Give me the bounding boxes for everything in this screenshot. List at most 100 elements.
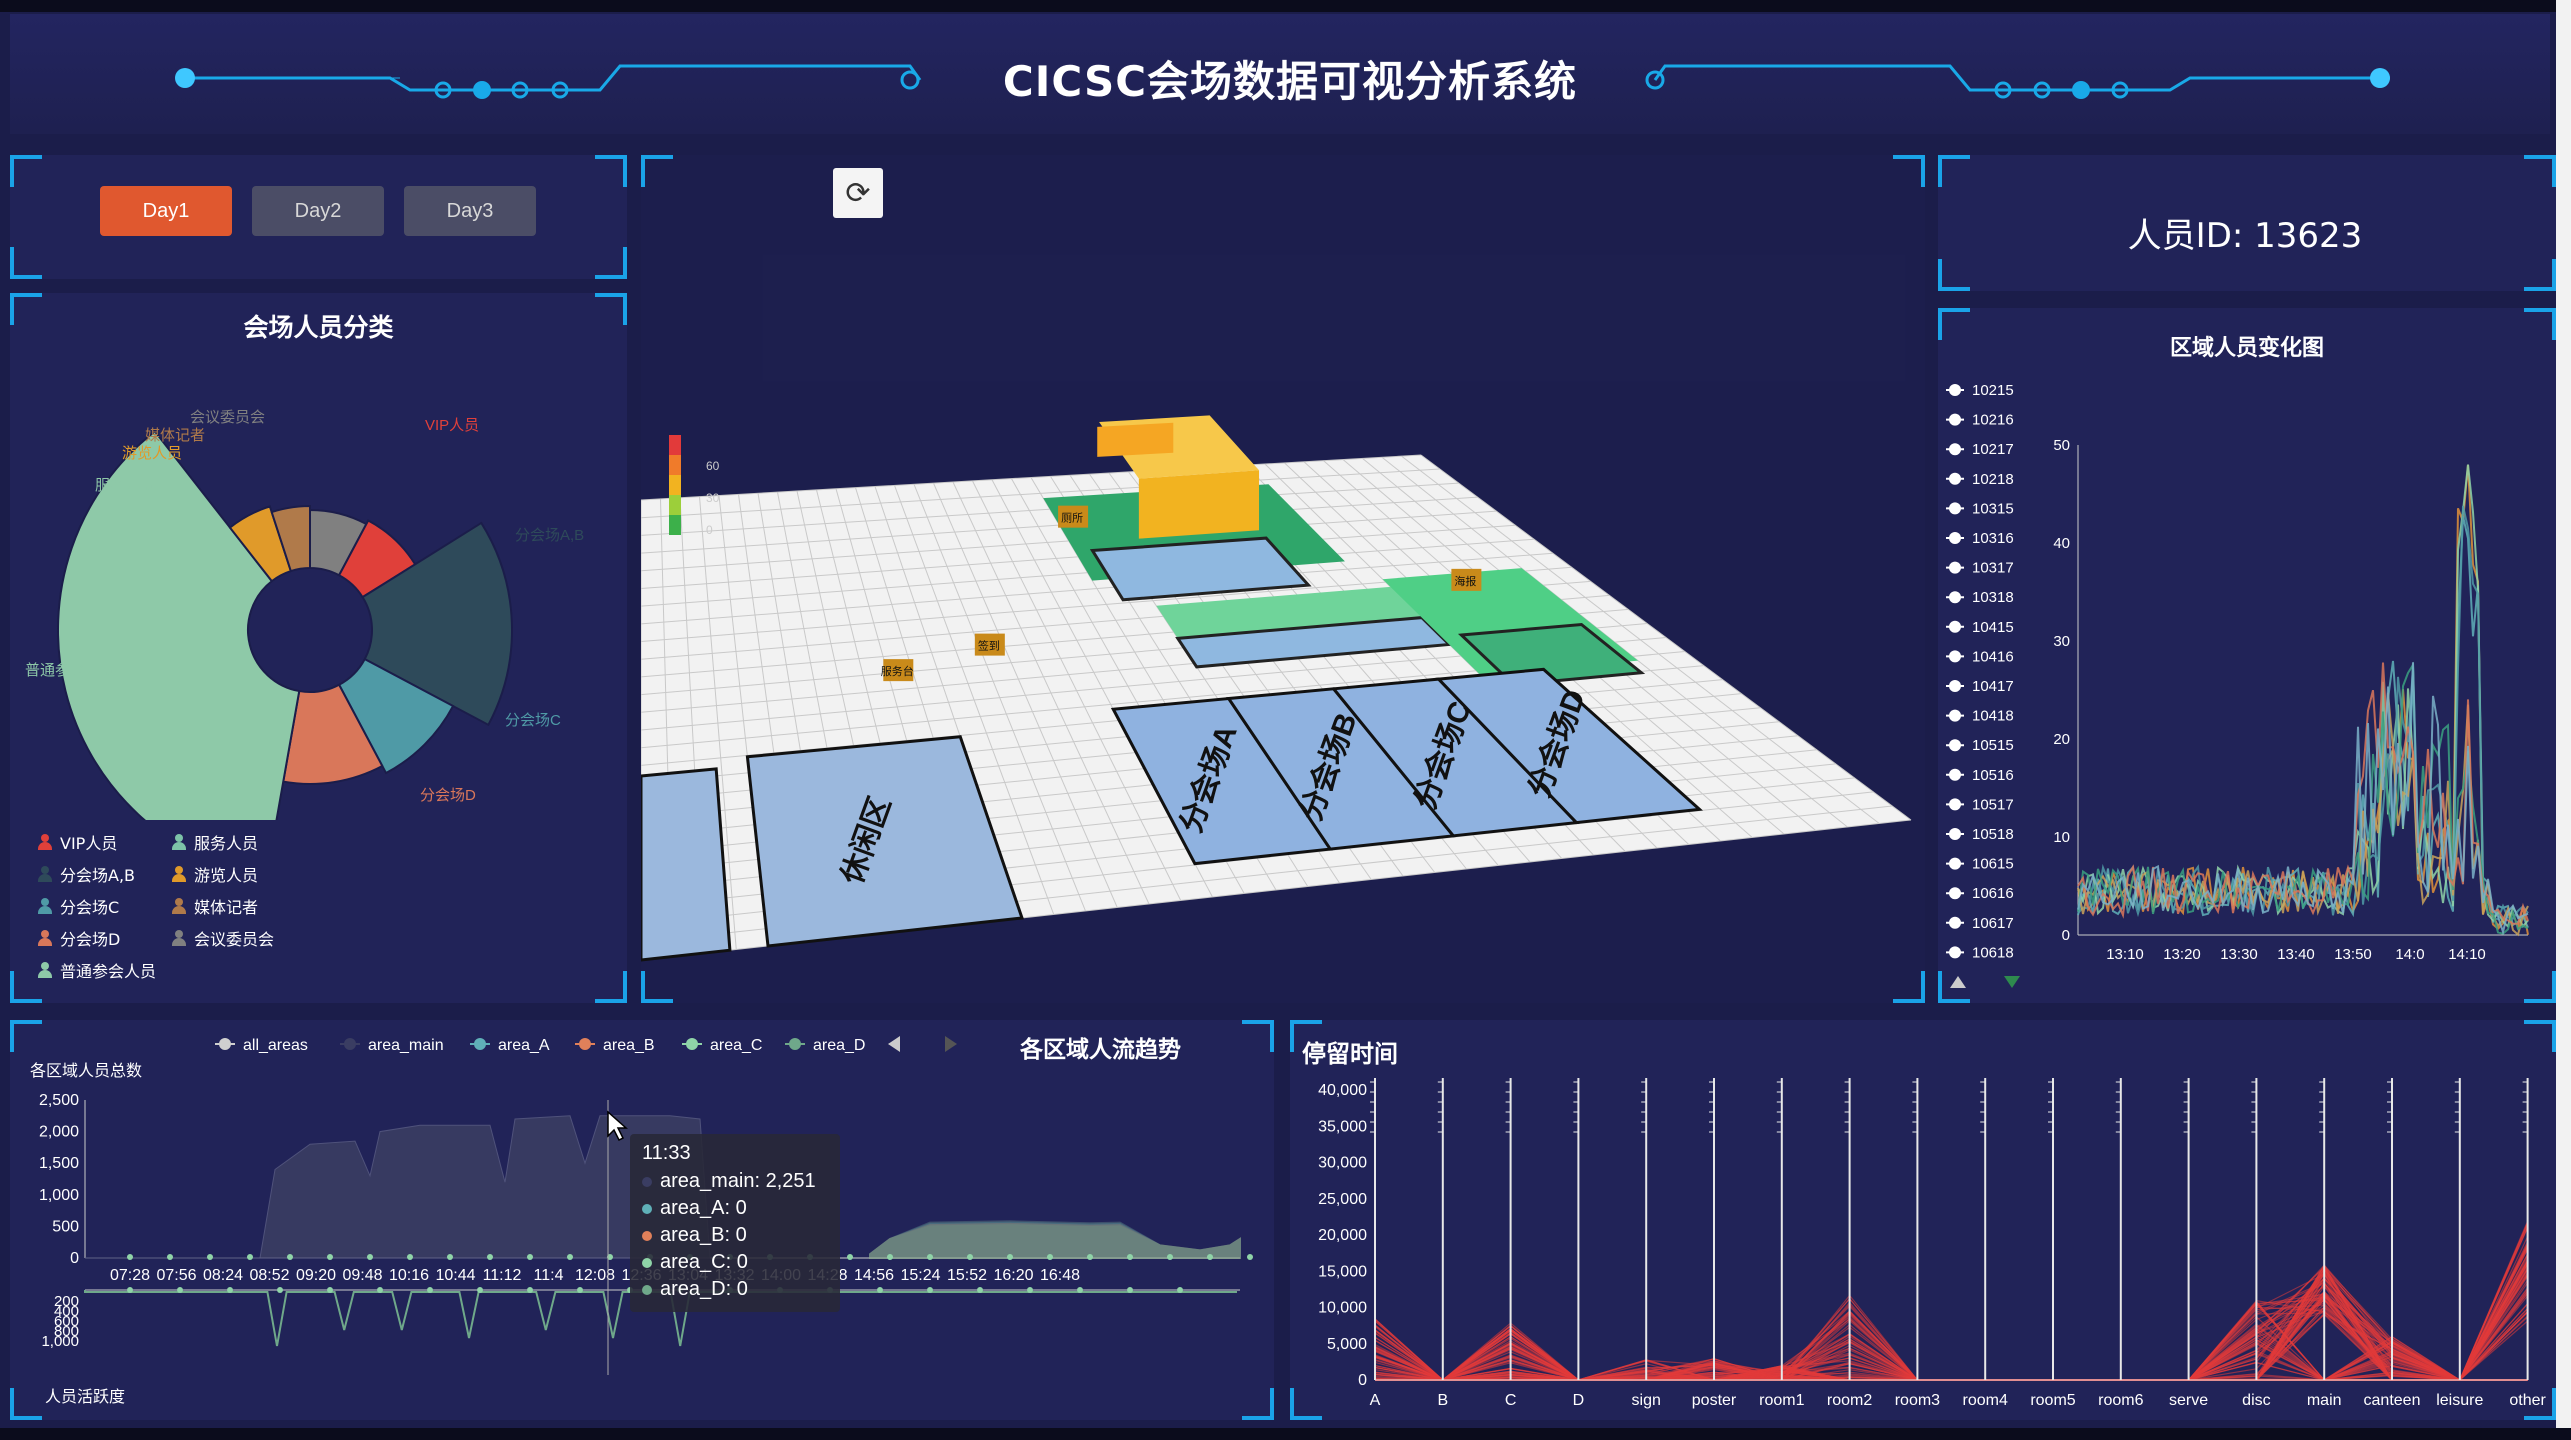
series-point[interactable]: [967, 1254, 973, 1260]
tooltip-row: area_C: 0: [642, 1251, 748, 1274]
legend-label: 服务人员: [194, 834, 259, 853]
scroll-up-icon[interactable]: [1950, 976, 1966, 988]
legend-dot[interactable]: [1949, 739, 1961, 752]
series-point[interactable]: [927, 1254, 933, 1260]
activity-point[interactable]: [127, 1287, 133, 1293]
activity-point[interactable]: [477, 1287, 483, 1293]
legend-item[interactable]: 普通参会人员: [38, 958, 156, 982]
legend-item[interactable]: 服务人员: [172, 830, 258, 854]
y-tick-label: 1,000: [39, 1187, 79, 1204]
mouse-cursor: [607, 1110, 628, 1142]
rose-callout-label: 游览人员: [122, 445, 182, 462]
legend-dot[interactable]: [1949, 413, 1961, 426]
legend-dot[interactable]: [789, 1038, 801, 1050]
parallel-axis-label: A: [1370, 1392, 1381, 1409]
legend-prev-icon[interactable]: [888, 1036, 900, 1052]
legend-dot[interactable]: [1949, 798, 1961, 811]
series-point[interactable]: [847, 1254, 853, 1260]
legend-dot[interactable]: [686, 1038, 698, 1050]
scroll-down-icon[interactable]: [2004, 976, 2020, 988]
day3-button[interactable]: Day3: [404, 186, 536, 236]
legend-dot[interactable]: [1949, 650, 1961, 663]
crowd-block[interactable]: [1138, 470, 1260, 539]
series-point[interactable]: [527, 1254, 533, 1260]
activity-point[interactable]: [1177, 1287, 1183, 1293]
activity-point[interactable]: [427, 1287, 433, 1293]
legend-dot[interactable]: [344, 1038, 356, 1050]
activity-point[interactable]: [177, 1287, 183, 1293]
crowd-block-peak[interactable]: [1097, 422, 1174, 457]
activity-point[interactable]: [527, 1287, 533, 1293]
series-point[interactable]: [287, 1254, 293, 1260]
series-point[interactable]: [487, 1254, 493, 1260]
series-point[interactable]: [887, 1254, 893, 1260]
legend-label: 媒体记者: [194, 898, 259, 917]
legend-item[interactable]: 游览人员: [172, 862, 258, 886]
area-series[interactable]: [869, 1224, 1241, 1259]
legend-dot[interactable]: [1949, 828, 1961, 840]
series-point[interactable]: [1007, 1254, 1013, 1260]
activity-point[interactable]: [377, 1287, 383, 1293]
legend-dot[interactable]: [474, 1038, 486, 1050]
legend-dot[interactable]: [1949, 680, 1961, 692]
legend-dot[interactable]: [1949, 532, 1961, 544]
legend-dot[interactable]: [579, 1038, 591, 1050]
legend-dot[interactable]: [1949, 591, 1961, 604]
legend-dot[interactable]: [219, 1038, 231, 1050]
series-point[interactable]: [127, 1254, 133, 1260]
activity-point[interactable]: [1077, 1287, 1083, 1293]
activity-point[interactable]: [1127, 1287, 1133, 1293]
legend-item[interactable]: 分会场A,B: [38, 862, 135, 886]
stay-time-parallel-chart[interactable]: A B C Dsign poster room1 room2 room3 room4 room5 r…: [1290, 1060, 2556, 1420]
series-point[interactable]: [447, 1254, 453, 1260]
legend-dot[interactable]: [1949, 887, 1961, 900]
day2-button[interactable]: Day2: [252, 186, 384, 236]
legend-item[interactable]: 分会场D: [38, 926, 120, 950]
series-point[interactable]: [207, 1254, 213, 1260]
parallel-axis-label: canteen: [2364, 1392, 2421, 1409]
day1-button[interactable]: Day1: [100, 186, 232, 236]
room-exhibit-left[interactable]: [641, 767, 732, 962]
series-point[interactable]: [167, 1254, 173, 1260]
legend-item[interactable]: VIP人员: [38, 830, 117, 854]
legend-item[interactable]: 媒体记者: [172, 894, 258, 918]
legend-dot[interactable]: [1949, 946, 1961, 959]
series-point[interactable]: [1127, 1254, 1133, 1260]
legend-dot[interactable]: [1949, 472, 1961, 485]
series-point[interactable]: [1207, 1254, 1213, 1260]
legend-item[interactable]: 会议委员会: [172, 926, 274, 950]
activity-point[interactable]: [877, 1287, 883, 1293]
legend-dot[interactable]: [1949, 709, 1961, 722]
legend-dot[interactable]: [1949, 857, 1961, 870]
series-point[interactable]: [567, 1254, 573, 1260]
legend-dot[interactable]: [1949, 443, 1961, 456]
series-point[interactable]: [327, 1254, 333, 1260]
series-point[interactable]: [367, 1254, 373, 1260]
activity-point[interactable]: [327, 1287, 333, 1293]
legend-dot[interactable]: [1949, 620, 1961, 633]
legend-dot[interactable]: [1949, 502, 1961, 515]
series-point[interactable]: [1087, 1254, 1093, 1260]
venue-3d-map[interactable]: 分会场A 分会场B 分会场C 分会场D休闲区服务台签到海报厕所60300: [641, 400, 1925, 990]
series-point[interactable]: [1047, 1254, 1053, 1260]
series-point[interactable]: [407, 1254, 413, 1260]
legend-next-icon[interactable]: [945, 1036, 957, 1052]
legend-dot[interactable]: [1949, 916, 1961, 929]
series-point[interactable]: [1167, 1254, 1173, 1260]
rose-chart-svg: VIP人员分会场A,B 分会场C 分会场D 普通参会人员 服务人员 游览人员媒体记者会议委…: [25, 409, 584, 820]
activity-point[interactable]: [927, 1287, 933, 1293]
window-scrollbar[interactable]: [2556, 0, 2571, 1440]
series-point[interactable]: [1247, 1254, 1253, 1260]
legend-dot[interactable]: [1949, 768, 1961, 781]
region-change-chart[interactable]: 10215 10216 10217 10218 10315 10316 10317 10318…: [1938, 370, 2556, 1005]
activity-point[interactable]: [577, 1287, 583, 1293]
legend-dot[interactable]: [1949, 561, 1961, 574]
series-point[interactable]: [247, 1254, 253, 1260]
refresh-button[interactable]: ⟳: [833, 168, 883, 218]
legend-dot[interactable]: [1949, 384, 1961, 396]
activity-point[interactable]: [227, 1287, 233, 1293]
legend-item[interactable]: 分会场C: [38, 894, 119, 918]
activity-point[interactable]: [1027, 1287, 1033, 1293]
activity-point[interactable]: [277, 1287, 283, 1293]
activity-point[interactable]: [977, 1287, 983, 1293]
